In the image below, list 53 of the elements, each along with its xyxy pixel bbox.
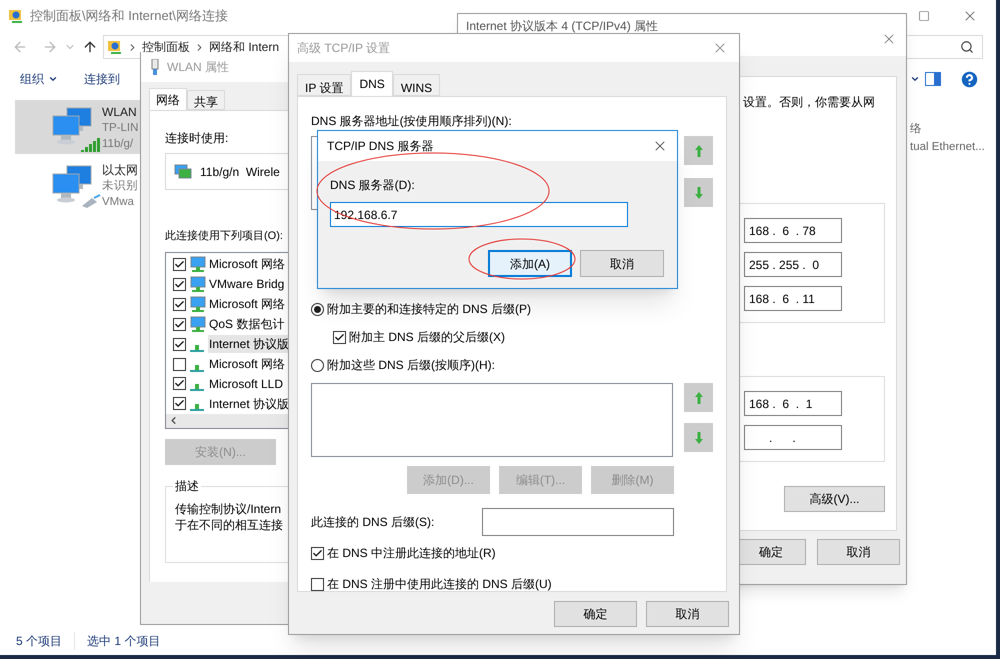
ip-address-field[interactable]: . . bbox=[744, 425, 842, 450]
connection-detail: 络 bbox=[910, 122, 923, 137]
list-item[interactable]: QoS 数据包计 bbox=[208, 315, 284, 334]
dialog-title: 高级 TCP/IP 设置 bbox=[297, 40, 390, 57]
breadcrumb-item[interactable]: 控制面板 bbox=[142, 38, 190, 56]
list-item[interactable]: Internet 协议版 bbox=[208, 394, 290, 413]
tab[interactable]: WINS bbox=[392, 74, 440, 96]
ip-address-field[interactable]: 255 . 255 . 0 bbox=[744, 252, 842, 277]
connection-name: 以太网 bbox=[102, 162, 138, 178]
tab[interactable]: IP 设置 bbox=[297, 74, 352, 96]
breadcrumb-item[interactable]: 网络和 Intern bbox=[209, 38, 280, 56]
dialog-title: WLAN 属性 bbox=[167, 59, 230, 76]
add-button[interactable]: 添加(A) bbox=[488, 250, 572, 277]
status-text: 选中 1 个项目 bbox=[87, 633, 162, 650]
tab[interactable]: DNS bbox=[351, 71, 393, 96]
cancel-button[interactable]: 取消 bbox=[580, 250, 664, 277]
ip-address-field[interactable]: 168 . 6 . 78 bbox=[744, 218, 842, 243]
dialog-title: TCP/IP DNS 服务器 bbox=[327, 138, 434, 155]
field-label: DNS 服务器地址(按使用顺序排列)(N): bbox=[311, 113, 513, 130]
option-label: 附加主要的和连接特定的 DNS 后缀(P) bbox=[327, 301, 531, 318]
connection-detail: tual Ethernet... bbox=[910, 140, 986, 155]
description-text: 于在不同的相互连接 bbox=[175, 516, 284, 532]
toolbar-button[interactable]: 组织 bbox=[20, 70, 58, 88]
adapter-name: 11b/g/n Wirele bbox=[200, 164, 280, 180]
connection-detail: 11b/g/ bbox=[102, 137, 134, 152]
field-label: 此连接的 DNS 后缀(S): bbox=[311, 514, 434, 531]
field-label: 连接时使用: bbox=[165, 130, 230, 147]
connection-detail: TP-LIN bbox=[102, 121, 138, 136]
window-title: 控制面板\网络和 Internet\网络连接 bbox=[30, 7, 228, 26]
group-title: 描述 bbox=[173, 478, 201, 494]
description-text: 传输控制协议/Intern bbox=[175, 500, 282, 516]
status-text: 5 个项目 bbox=[16, 632, 76, 650]
field-label: DNS 服务器(D): bbox=[330, 177, 416, 194]
ip-address-field[interactable]: 168 . 6 . 11 bbox=[744, 286, 842, 311]
description-text: 设置。否则，你需要从网 bbox=[743, 94, 876, 111]
field-label: 此连接使用下列项目(O): bbox=[165, 228, 284, 244]
dialog-title: Internet 协议版本 4 (TCP/IPv4) 属性 bbox=[466, 18, 658, 35]
tab[interactable]: 共享 bbox=[187, 90, 225, 110]
option-label: 附加主 DNS 后缀的父后缀(X) bbox=[349, 329, 505, 346]
connection-detail: 未识别 bbox=[102, 178, 138, 194]
connection-name: WLAN bbox=[102, 104, 138, 120]
connection-detail: VMwa bbox=[102, 195, 135, 210]
ip-address-field[interactable]: 168 . 6 . 1 bbox=[744, 391, 842, 416]
option-label: 附加这些 DNS 后缀(按顺序)(H): bbox=[327, 357, 495, 374]
cancel-button[interactable]: 取消 bbox=[817, 539, 900, 565]
list-item[interactable]: Internet 协议版 bbox=[208, 335, 290, 354]
ok-button[interactable]: 确定 bbox=[554, 601, 637, 627]
option-label: 在 DNS 注册中使用此连接的 DNS 后缀(U) bbox=[327, 576, 552, 593]
advanced-button[interactable]: 高级(V)... bbox=[784, 486, 885, 512]
toolbar-button[interactable]: 连接到 bbox=[84, 70, 120, 88]
tab[interactable]: 网络 bbox=[149, 88, 187, 110]
cancel-button[interactable]: 取消 bbox=[646, 601, 729, 627]
option-label: 在 DNS 中注册此连接的地址(R) bbox=[327, 545, 496, 562]
